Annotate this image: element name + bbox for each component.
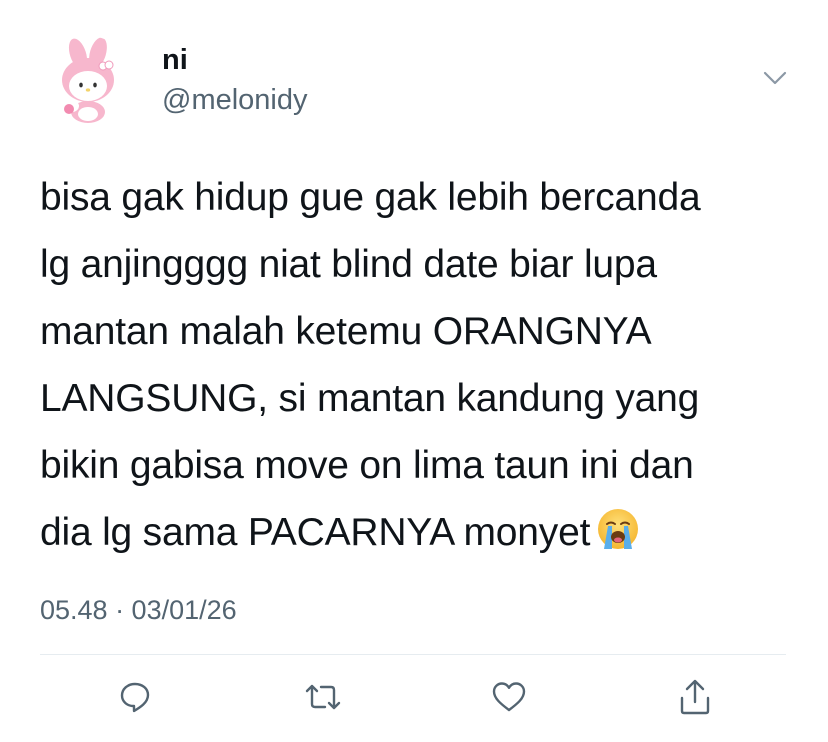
- divider: [40, 654, 786, 655]
- share-icon: [680, 679, 710, 715]
- share-button[interactable]: [670, 672, 720, 722]
- loudly-crying-face-icon: [596, 505, 640, 549]
- tweet-line: LANGSUNG, si mantan kandung yang: [40, 377, 700, 420]
- more-options-button[interactable]: [760, 66, 790, 90]
- reply-button[interactable]: [110, 672, 160, 722]
- retweet-icon: [305, 684, 341, 710]
- tweet-line: dia lg sama PACARNYA monyet: [40, 511, 591, 554]
- timestamp[interactable]: 05.48 · 03/01/26: [40, 590, 237, 630]
- tweet: ni @melonidy bisa gak hidup gue gak lebi…: [0, 0, 828, 742]
- tweet-last-line: dia lg sama PACARNYA monyet: [40, 499, 810, 566]
- chevron-down-icon: [763, 71, 787, 85]
- tweet-line: lg anjingggg niat blind date biar lupa: [40, 243, 657, 286]
- action-bar: [0, 672, 828, 722]
- tweet-line: bisa gak hidup gue gak lebih bercanda: [40, 176, 701, 219]
- display-name[interactable]: ni: [162, 42, 188, 78]
- tweet-text: bisa gak hidup gue gak lebih bercanda lg…: [40, 164, 810, 566]
- user-handle[interactable]: @melonidy: [162, 82, 308, 118]
- reply-icon: [120, 682, 150, 713]
- like-button[interactable]: [484, 672, 534, 722]
- retweet-button[interactable]: [298, 672, 348, 722]
- tweet-line: mantan malah ketemu ORANGNYA: [40, 310, 652, 353]
- tweet-line: bikin gabisa move on lima taun ini dan: [40, 444, 694, 487]
- my-melody-avatar-icon: [62, 37, 114, 123]
- heart-icon: [492, 682, 526, 712]
- avatar[interactable]: [42, 36, 134, 128]
